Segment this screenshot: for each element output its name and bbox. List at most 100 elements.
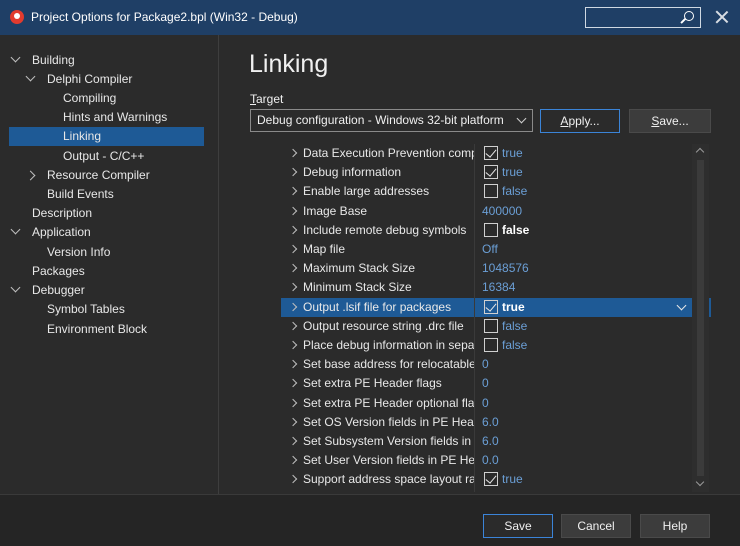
property-value[interactable]: 400000 [482, 202, 692, 221]
property-label: Enable large addresses [303, 184, 430, 199]
chevron-right-icon[interactable] [288, 302, 298, 311]
property-checkbox[interactable] [484, 338, 498, 352]
pane-splitter[interactable] [218, 35, 219, 494]
property-row[interactable]: Set User Version fields in PE Heade 0.0 [281, 451, 692, 470]
chevron-down-icon[interactable] [10, 224, 21, 235]
apply-button[interactable]: Apply... [540, 109, 620, 133]
chevron-right-icon[interactable] [288, 283, 298, 292]
property-value[interactable]: 1048576 [482, 259, 692, 278]
scrollbar-thumb[interactable] [697, 160, 704, 476]
chevron-right-icon[interactable] [288, 187, 298, 196]
tree-item-delphi-compiler[interactable]: Delphi Compiler [0, 70, 218, 89]
property-row[interactable]: Set Subsystem Version fields in PE 6.0 [281, 432, 692, 451]
property-row[interactable]: Output resource string .drc file false [281, 317, 692, 336]
tree-item-version-info[interactable]: Version Info [0, 243, 218, 262]
tree-item-output-c-c[interactable]: Output - C/C++ [0, 147, 218, 166]
property-value[interactable]: 0.0 [482, 451, 692, 470]
property-row[interactable]: Enable large addresses false [281, 182, 692, 201]
property-value[interactable]: 16384 [482, 278, 692, 297]
tree-item-label: Description [32, 206, 93, 220]
chevron-right-icon[interactable] [288, 359, 298, 369]
chevron-right-icon[interactable] [288, 455, 298, 465]
tree-item-debugger[interactable]: Debugger [0, 281, 218, 300]
chevron-right-icon[interactable] [288, 225, 298, 235]
tree-item-resource-compiler[interactable]: Resource Compiler [0, 166, 218, 185]
property-row[interactable]: Set extra PE Header optional flags 0 [281, 394, 692, 413]
tree-item-description[interactable]: Description [0, 204, 218, 223]
property-checkbox[interactable] [484, 184, 498, 199]
property-checkbox[interactable] [484, 222, 498, 237]
scroll-up-icon[interactable] [695, 147, 705, 157]
options-tree: Building Delphi Compiler Compiling Hints an… [0, 35, 218, 494]
tree-item-environment-block[interactable]: Environment Block [0, 320, 218, 339]
property-row[interactable]: Map file Off [281, 240, 692, 259]
tree-item-hints-and-warnings[interactable]: Hints and Warnings [0, 108, 218, 127]
property-value: true [502, 146, 523, 160]
close-icon[interactable] [714, 9, 730, 25]
search-input[interactable] [585, 7, 701, 28]
property-value[interactable]: 6.0 [482, 432, 692, 451]
property-row[interactable]: Output .lsif file for packages true [281, 297, 711, 317]
scroll-down-icon[interactable] [695, 477, 705, 487]
property-value[interactable]: 0 [482, 374, 692, 393]
tree-item-packages[interactable]: Packages [0, 262, 218, 281]
chevron-right-icon[interactable] [288, 379, 298, 388]
save-button[interactable]: Save [483, 514, 553, 538]
property-value: true [502, 472, 523, 487]
property-row[interactable]: Image Base 400000 [281, 202, 692, 221]
chevron-right-icon[interactable] [288, 206, 298, 215]
property-row[interactable]: Minimum Stack Size 16384 [281, 278, 692, 297]
chevron-right-icon[interactable] [288, 475, 298, 484]
property-name: Maximum Stack Size [281, 259, 474, 278]
tree-item-build-events[interactable]: Build Events [0, 185, 218, 204]
property-checkbox[interactable] [484, 146, 498, 160]
property-value[interactable]: 0 [482, 394, 692, 413]
property-value[interactable]: 0 [482, 355, 692, 374]
search-icon[interactable] [684, 11, 694, 21]
property-row[interactable]: Debug information true [281, 163, 692, 182]
property-row[interactable]: Place debug information in separa false [281, 336, 692, 355]
property-row[interactable]: Data Execution Prevention compa true [281, 144, 692, 163]
tree-item-symbol-tables[interactable]: Symbol Tables [0, 300, 218, 319]
property-row[interactable]: Support address space layout rand true [281, 470, 692, 489]
chevron-down-icon[interactable] [10, 282, 21, 293]
property-label: Set extra PE Header optional flags [303, 395, 474, 410]
chevron-right-icon[interactable] [288, 263, 298, 273]
property-row[interactable]: Set OS Version fields in PE Header 6.0 [281, 413, 692, 432]
chevron-right-icon[interactable] [25, 170, 36, 181]
chevron-right-icon[interactable] [288, 340, 298, 350]
chevron-right-icon[interactable] [288, 417, 298, 427]
property-checkbox[interactable] [484, 165, 498, 180]
grid-scrollbar[interactable] [692, 144, 709, 492]
save-options-button[interactable]: Save... [629, 109, 711, 133]
tree-item-building[interactable]: Building [0, 51, 218, 70]
chevron-right-icon[interactable] [288, 148, 298, 158]
property-value[interactable]: 6.0 [482, 413, 692, 432]
chevron-right-icon[interactable] [288, 321, 298, 331]
property-row[interactable]: Maximum Stack Size 1048576 [281, 259, 692, 278]
chevron-right-icon[interactable] [288, 244, 298, 254]
property-row[interactable]: Include remote debug symbols false [281, 221, 692, 240]
property-row[interactable]: Set base address for relocatable in 0 [281, 355, 692, 374]
tree-item-compiling[interactable]: Compiling [0, 89, 218, 108]
property-value: false [502, 222, 530, 237]
chevron-right-icon[interactable] [288, 167, 298, 177]
cancel-button[interactable]: Cancel [561, 514, 631, 538]
property-row[interactable]: Set extra PE Header flags 0 [281, 374, 692, 393]
tree-item-label: Debugger [32, 283, 85, 297]
property-checkbox[interactable] [484, 299, 498, 314]
tree-item-application[interactable]: Application [0, 223, 218, 242]
target-select[interactable]: Debug configuration - Windows 32-bit pla… [250, 109, 533, 132]
chevron-right-icon[interactable] [288, 436, 298, 446]
chevron-down-icon[interactable] [10, 52, 21, 63]
property-checkbox[interactable] [484, 472, 498, 487]
property-value[interactable]: Off [482, 240, 692, 259]
chevron-down-icon [516, 113, 527, 124]
grid-column-divider[interactable] [474, 144, 475, 492]
property-checkbox[interactable] [484, 318, 498, 333]
tree-item-linking[interactable]: Linking [9, 127, 204, 146]
help-button[interactable]: Help [640, 514, 710, 538]
chevron-down-icon[interactable] [25, 71, 36, 82]
property-name: Set extra PE Header optional flags [281, 394, 474, 413]
chevron-right-icon[interactable] [288, 398, 298, 407]
